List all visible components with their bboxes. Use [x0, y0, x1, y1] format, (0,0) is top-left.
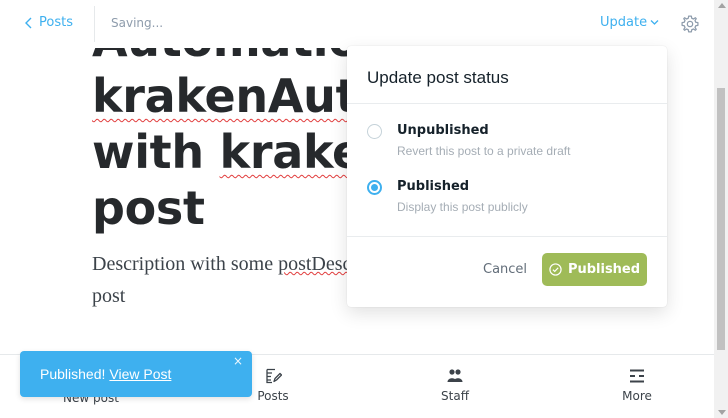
view-post-link[interactable]: View Post [109, 366, 171, 382]
close-icon[interactable]: × [233, 354, 243, 368]
header-divider [94, 6, 95, 42]
posts-icon [266, 368, 282, 384]
scroll-down-arrow-icon[interactable] [718, 410, 726, 415]
unpublished-radio[interactable] [367, 124, 382, 139]
scroll-up-arrow-icon[interactable] [718, 3, 726, 8]
published-option[interactable]: Published Display this post publicly [367, 179, 647, 219]
toast-text: Published! View Post [40, 366, 171, 382]
option-description: Display this post publicly [397, 200, 528, 214]
scroll-thumb[interactable] [717, 88, 725, 350]
save-status: Saving... [111, 16, 164, 30]
post-status-popover: Update post status Unpublished Revert th… [347, 46, 667, 307]
back-to-posts-link[interactable]: Posts [24, 15, 73, 30]
nav-label: Staff [441, 389, 469, 403]
nav-staff[interactable]: Staff [405, 367, 505, 403]
body-misspelled-word: postDesc [278, 253, 352, 275]
option-label: Published [397, 179, 470, 194]
chevron-down-icon [650, 20, 659, 25]
option-label: Unpublished [397, 123, 489, 138]
nav-label: More [622, 389, 652, 403]
update-label: Update [600, 15, 648, 30]
settings-gear-icon[interactable] [680, 14, 700, 34]
scrollbar[interactable] [714, 0, 728, 418]
toast-message: Published! [40, 366, 106, 382]
option-description: Revert this post to a private draft [397, 144, 571, 158]
back-label: Posts [39, 15, 73, 30]
editor-header: Posts Saving... Update [0, 0, 728, 48]
divider [347, 103, 667, 104]
chevron-left-icon [25, 17, 32, 28]
published-radio[interactable] [367, 180, 382, 195]
nav-more[interactable]: More [587, 367, 687, 403]
check-circle-icon [549, 263, 562, 276]
unpublished-option[interactable]: Unpublished Revert this post to a privat… [367, 123, 647, 163]
divider [347, 236, 667, 237]
popover-title: Update post status [367, 68, 509, 87]
staff-icon [447, 369, 463, 382]
menu-icon [630, 369, 644, 383]
update-button[interactable]: Update [600, 15, 659, 30]
published-button[interactable]: Published [542, 253, 647, 286]
published-button-label: Published [567, 262, 641, 277]
cancel-button[interactable]: Cancel [483, 262, 527, 277]
published-toast: Published! View Post × [20, 351, 252, 397]
body-text: Description with some [92, 253, 279, 275]
